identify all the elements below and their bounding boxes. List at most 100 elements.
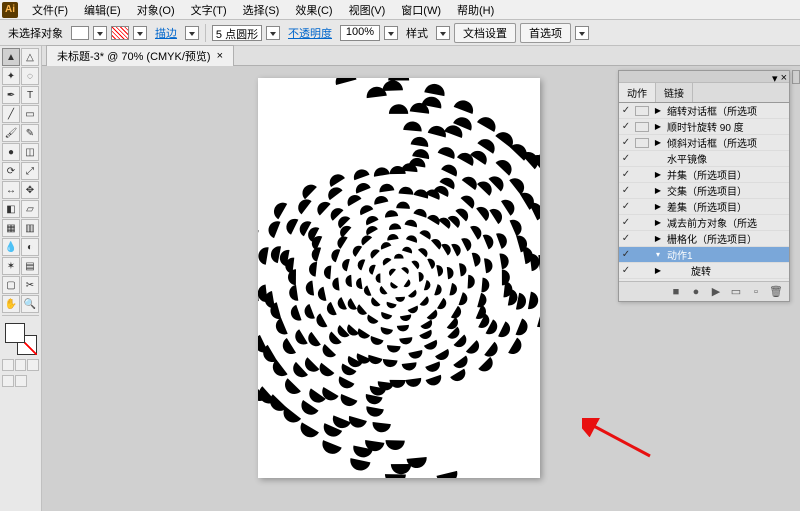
dialog-toggle[interactable] [635, 106, 649, 116]
menu-view[interactable]: 视图(V) [341, 2, 394, 18]
tool-graph[interactable]: ▤ [21, 257, 39, 275]
color-mode-icon[interactable] [2, 359, 14, 371]
action-row[interactable]: ✓▶缩转对话框（所选项 [619, 103, 789, 119]
check-icon[interactable]: ✓ [619, 137, 633, 148]
disclosure-icon[interactable]: ▶ [651, 138, 665, 147]
tool-artboard[interactable]: ▢ [2, 276, 20, 294]
tool-pen[interactable]: ✒ [2, 86, 20, 104]
new-action-icon[interactable]: ▫ [749, 285, 763, 299]
screen-full-icon[interactable] [15, 375, 27, 387]
check-icon[interactable]: ✓ [619, 105, 633, 116]
menu-help[interactable]: 帮助(H) [449, 2, 502, 18]
stop-icon[interactable]: ■ [669, 285, 683, 299]
opacity-dropdown[interactable] [384, 26, 398, 40]
tool-mesh[interactable]: ▦ [2, 219, 20, 237]
play-icon[interactable]: ▶ [709, 285, 723, 299]
check-icon[interactable]: ✓ [619, 265, 633, 276]
opacity-input[interactable]: 100% [340, 25, 380, 41]
stroke-link[interactable]: 描边 [151, 25, 181, 41]
tool-rotate[interactable]: ⟳ [2, 162, 20, 180]
color-picker[interactable] [5, 323, 37, 355]
disclosure-icon[interactable]: ▶ [651, 266, 665, 275]
panel-min-icon[interactable]: ▾ [772, 72, 778, 85]
check-icon[interactable]: ✓ [619, 201, 633, 212]
tool-perspective[interactable]: ▱ [21, 200, 39, 218]
dialog-toggle[interactable] [635, 138, 649, 148]
stroke-dropdown[interactable] [133, 26, 147, 40]
fill-color[interactable] [5, 323, 25, 343]
trash-icon[interactable]: 🗑 [769, 285, 783, 299]
action-row[interactable]: ✓▶并集（所选项目） [619, 167, 789, 183]
menu-effect[interactable]: 效果(C) [287, 2, 340, 18]
close-icon[interactable]: × [217, 50, 223, 62]
check-icon[interactable]: ✓ [619, 121, 633, 132]
tool-eraser[interactable]: ◫ [21, 143, 39, 161]
panel-collapse-strip[interactable] [792, 70, 800, 84]
menu-select[interactable]: 选择(S) [235, 2, 288, 18]
fill-swatch[interactable] [71, 26, 89, 40]
fill-dropdown[interactable] [93, 26, 107, 40]
tool-lasso[interactable]: ◌ [21, 67, 39, 85]
action-row[interactable]: ✓▶栅格化（所选项目） [619, 231, 789, 247]
disclosure-icon[interactable]: ▶ [651, 170, 665, 179]
panel-gripper[interactable] [619, 71, 789, 83]
check-icon[interactable]: ✓ [619, 249, 633, 260]
action-row[interactable]: ✓▶差集（所选项目） [619, 199, 789, 215]
disclosure-icon[interactable]: ▶ [651, 106, 665, 115]
tool-slice[interactable]: ✂ [21, 276, 39, 294]
menu-edit[interactable]: 编辑(E) [76, 2, 129, 18]
stroke-weight-dropdown[interactable] [185, 26, 199, 40]
check-icon[interactable]: ✓ [619, 185, 633, 196]
menu-file[interactable]: 文件(F) [24, 2, 76, 18]
brush-dropdown[interactable] [266, 26, 280, 40]
opacity-link[interactable]: 不透明度 [284, 25, 336, 41]
disclosure-icon[interactable]: ▾ [651, 250, 665, 259]
tool-rect[interactable]: ▭ [21, 105, 39, 123]
tab-actions[interactable]: 动作 [619, 83, 656, 102]
menu-window[interactable]: 窗口(W) [393, 2, 449, 18]
tool-blend[interactable]: ◐ [21, 238, 39, 256]
check-icon[interactable]: ✓ [619, 169, 633, 180]
tool-symbol-spray[interactable]: ✶ [2, 257, 20, 275]
tool-pencil[interactable]: ✎ [21, 124, 39, 142]
action-row[interactable]: ✓▶旋转 [619, 263, 789, 279]
action-row[interactable]: ✓▾动作1 [619, 247, 789, 263]
tool-blob[interactable]: ● [2, 143, 20, 161]
tool-direct-select[interactable]: △ [21, 48, 39, 66]
tool-width[interactable]: ↔ [2, 181, 20, 199]
action-row[interactable]: ✓水平镜像 [619, 151, 789, 167]
record-icon[interactable]: ● [689, 285, 703, 299]
tool-brush[interactable]: 🖌 [2, 124, 20, 142]
menu-object[interactable]: 对象(O) [129, 2, 183, 18]
check-icon[interactable]: ✓ [619, 217, 633, 228]
tool-gradient[interactable]: ▥ [21, 219, 39, 237]
tool-line[interactable]: ╱ [2, 105, 20, 123]
dialog-toggle[interactable] [635, 122, 649, 132]
doc-setup-button[interactable]: 文档设置 [454, 23, 516, 43]
tool-type[interactable]: T [21, 86, 39, 104]
style-dropdown[interactable] [436, 26, 450, 40]
disclosure-icon[interactable]: ▶ [651, 218, 665, 227]
disclosure-icon[interactable]: ▶ [651, 234, 665, 243]
gradient-mode-icon[interactable] [15, 359, 27, 371]
prefs-button[interactable]: 首选项 [520, 23, 571, 43]
brush-preset[interactable]: 5 点圆形 [212, 25, 262, 41]
action-row[interactable]: ✓▶减去前方对象（所选 [619, 215, 789, 231]
tool-free-transform[interactable]: ✥ [21, 181, 39, 199]
tool-magic-wand[interactable]: ✦ [2, 67, 20, 85]
check-icon[interactable]: ✓ [619, 233, 633, 244]
menu-type[interactable]: 文字(T) [183, 2, 235, 18]
panel-close-icon[interactable]: × [781, 72, 787, 85]
action-row[interactable]: ✓▶倾斜对话框（所选项 [619, 135, 789, 151]
disclosure-icon[interactable]: ▶ [651, 202, 665, 211]
screen-normal-icon[interactable] [2, 375, 14, 387]
tool-zoom[interactable]: 🔍 [21, 295, 39, 313]
tool-selection[interactable]: ▲ [2, 48, 20, 66]
new-set-icon[interactable]: ▭ [729, 285, 743, 299]
document-tab[interactable]: 未标题-3* @ 70% (CMYK/预览) × [46, 45, 234, 66]
disclosure-icon[interactable]: ▶ [651, 122, 665, 131]
tab-links[interactable]: 链接 [656, 83, 693, 102]
none-mode-icon[interactable] [27, 359, 39, 371]
stroke-swatch[interactable] [111, 26, 129, 40]
action-row[interactable]: ✓▶交集（所选项目） [619, 183, 789, 199]
